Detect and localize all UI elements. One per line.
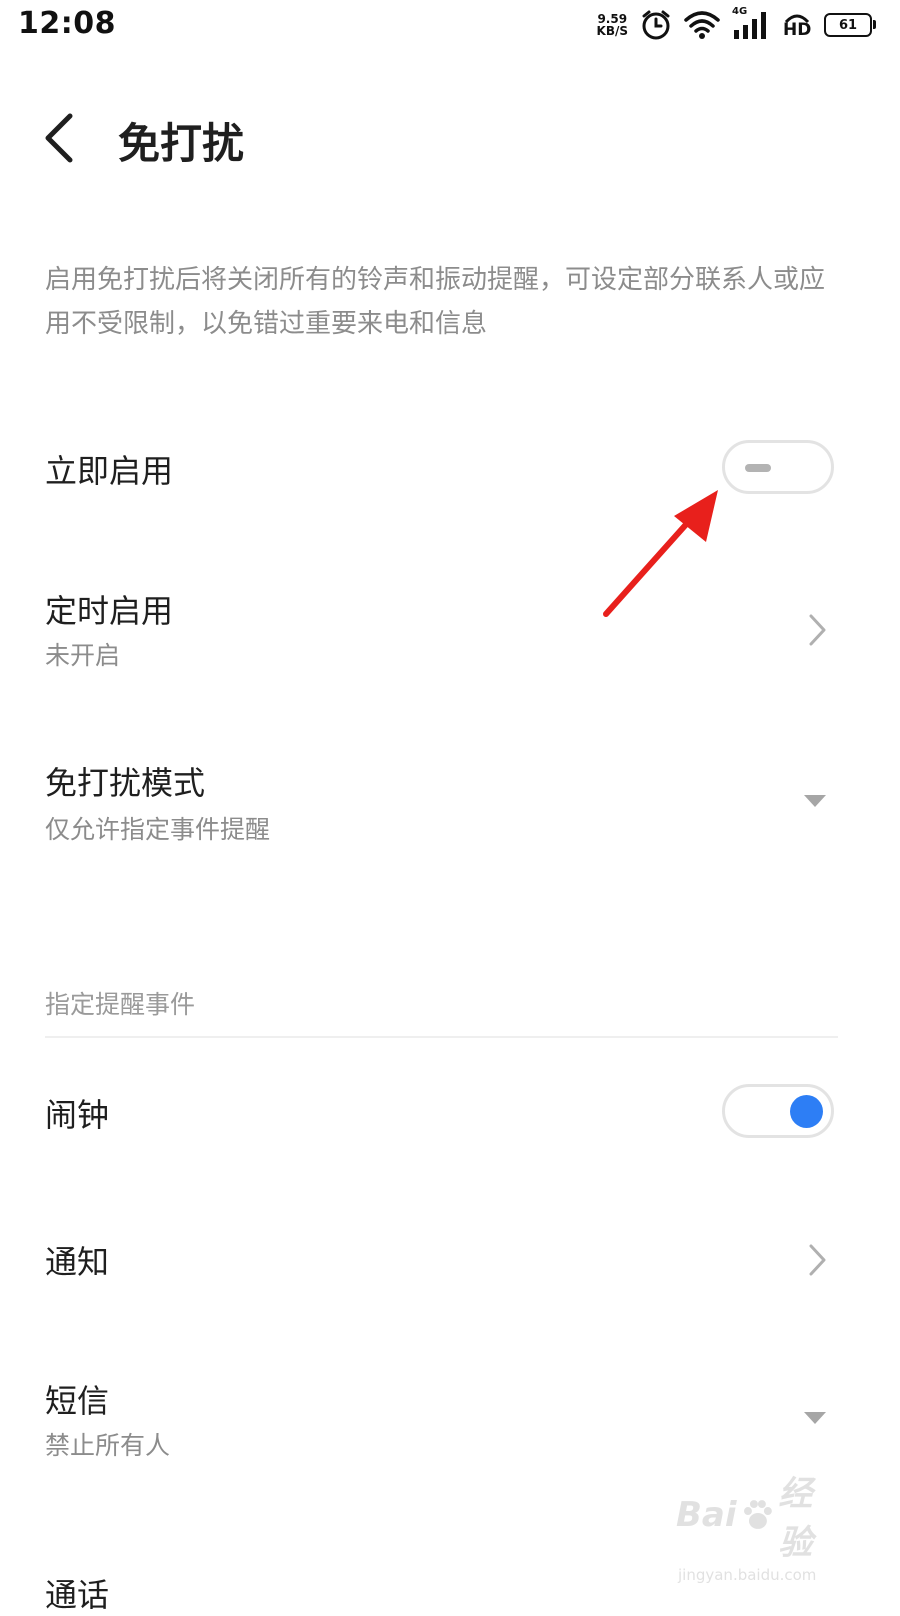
- mode-value: 仅允许指定事件提醒: [45, 815, 271, 844]
- dropdown-triangle-icon: [804, 1412, 826, 1424]
- status-time: 12:08: [18, 6, 116, 41]
- watermark-brand-left: Bai: [676, 1495, 737, 1535]
- watermark-url: jingyan.baidu.com: [678, 1566, 817, 1584]
- notifications-row[interactable]: 通知: [0, 1210, 900, 1310]
- battery-icon: 61: [824, 13, 876, 37]
- chevron-right-icon: [809, 1244, 826, 1276]
- annotation-arrow: [603, 490, 718, 617]
- page-title: 免打扰: [118, 119, 245, 168]
- sms-value: 禁止所有人: [45, 1431, 171, 1460]
- toggle-on-knob: [790, 1095, 823, 1128]
- mode-label: 免打扰模式: [45, 764, 206, 802]
- enable-now-label: 立即启用: [45, 452, 174, 490]
- calls-label[interactable]: 通话: [45, 1570, 109, 1616]
- description-text: 启用免打扰后将关闭所有的铃声和振动提醒，可设定部分联系人或应用不受限制，以免错过…: [45, 265, 826, 339]
- sms-label: 短信: [45, 1382, 110, 1420]
- scheduled-label: 定时启用: [45, 592, 174, 630]
- signal-icon: 4G: [732, 6, 770, 40]
- enable-now-toggle[interactable]: [722, 440, 834, 494]
- section-divider: [45, 1036, 838, 1038]
- sms-row[interactable]: 短信 禁止所有人: [0, 1360, 900, 1480]
- status-icons: 9.59 KB/S 4G HD 61: [597, 6, 876, 42]
- hd-icon: HD: [782, 10, 812, 40]
- toggle-off-indicator: [745, 464, 771, 472]
- paw-icon: [743, 1500, 772, 1529]
- wifi-icon: [684, 11, 720, 39]
- baidu-watermark: Bai 经验 jingyan.baidu.com: [676, 1466, 846, 1584]
- watermark-brand-right: 经验: [778, 1474, 813, 1563]
- mode-row[interactable]: 免打扰模式 仅允许指定事件提醒: [0, 740, 900, 860]
- chevron-right-icon: [809, 614, 826, 646]
- watermark-brand: Bai 经验: [676, 1466, 846, 1564]
- hd-label: HD: [783, 20, 812, 40]
- alarm-icon: [642, 10, 670, 40]
- network-speed: 9.59 KB/S: [597, 13, 628, 37]
- battery-level: 61: [838, 17, 858, 33]
- alarm-toggle[interactable]: [722, 1084, 834, 1138]
- section-title: 指定提醒事件: [45, 990, 196, 1019]
- back-arrow-icon[interactable]: [40, 110, 80, 166]
- network-speed-unit: KB/S: [596, 24, 628, 38]
- notifications-label: 通知: [45, 1243, 110, 1281]
- scheduled-value: 未开启: [45, 641, 121, 670]
- dropdown-triangle-icon: [804, 795, 826, 807]
- alarm-label: 闹钟: [45, 1096, 110, 1134]
- scheduled-row[interactable]: 定时启用 未开启: [0, 570, 900, 690]
